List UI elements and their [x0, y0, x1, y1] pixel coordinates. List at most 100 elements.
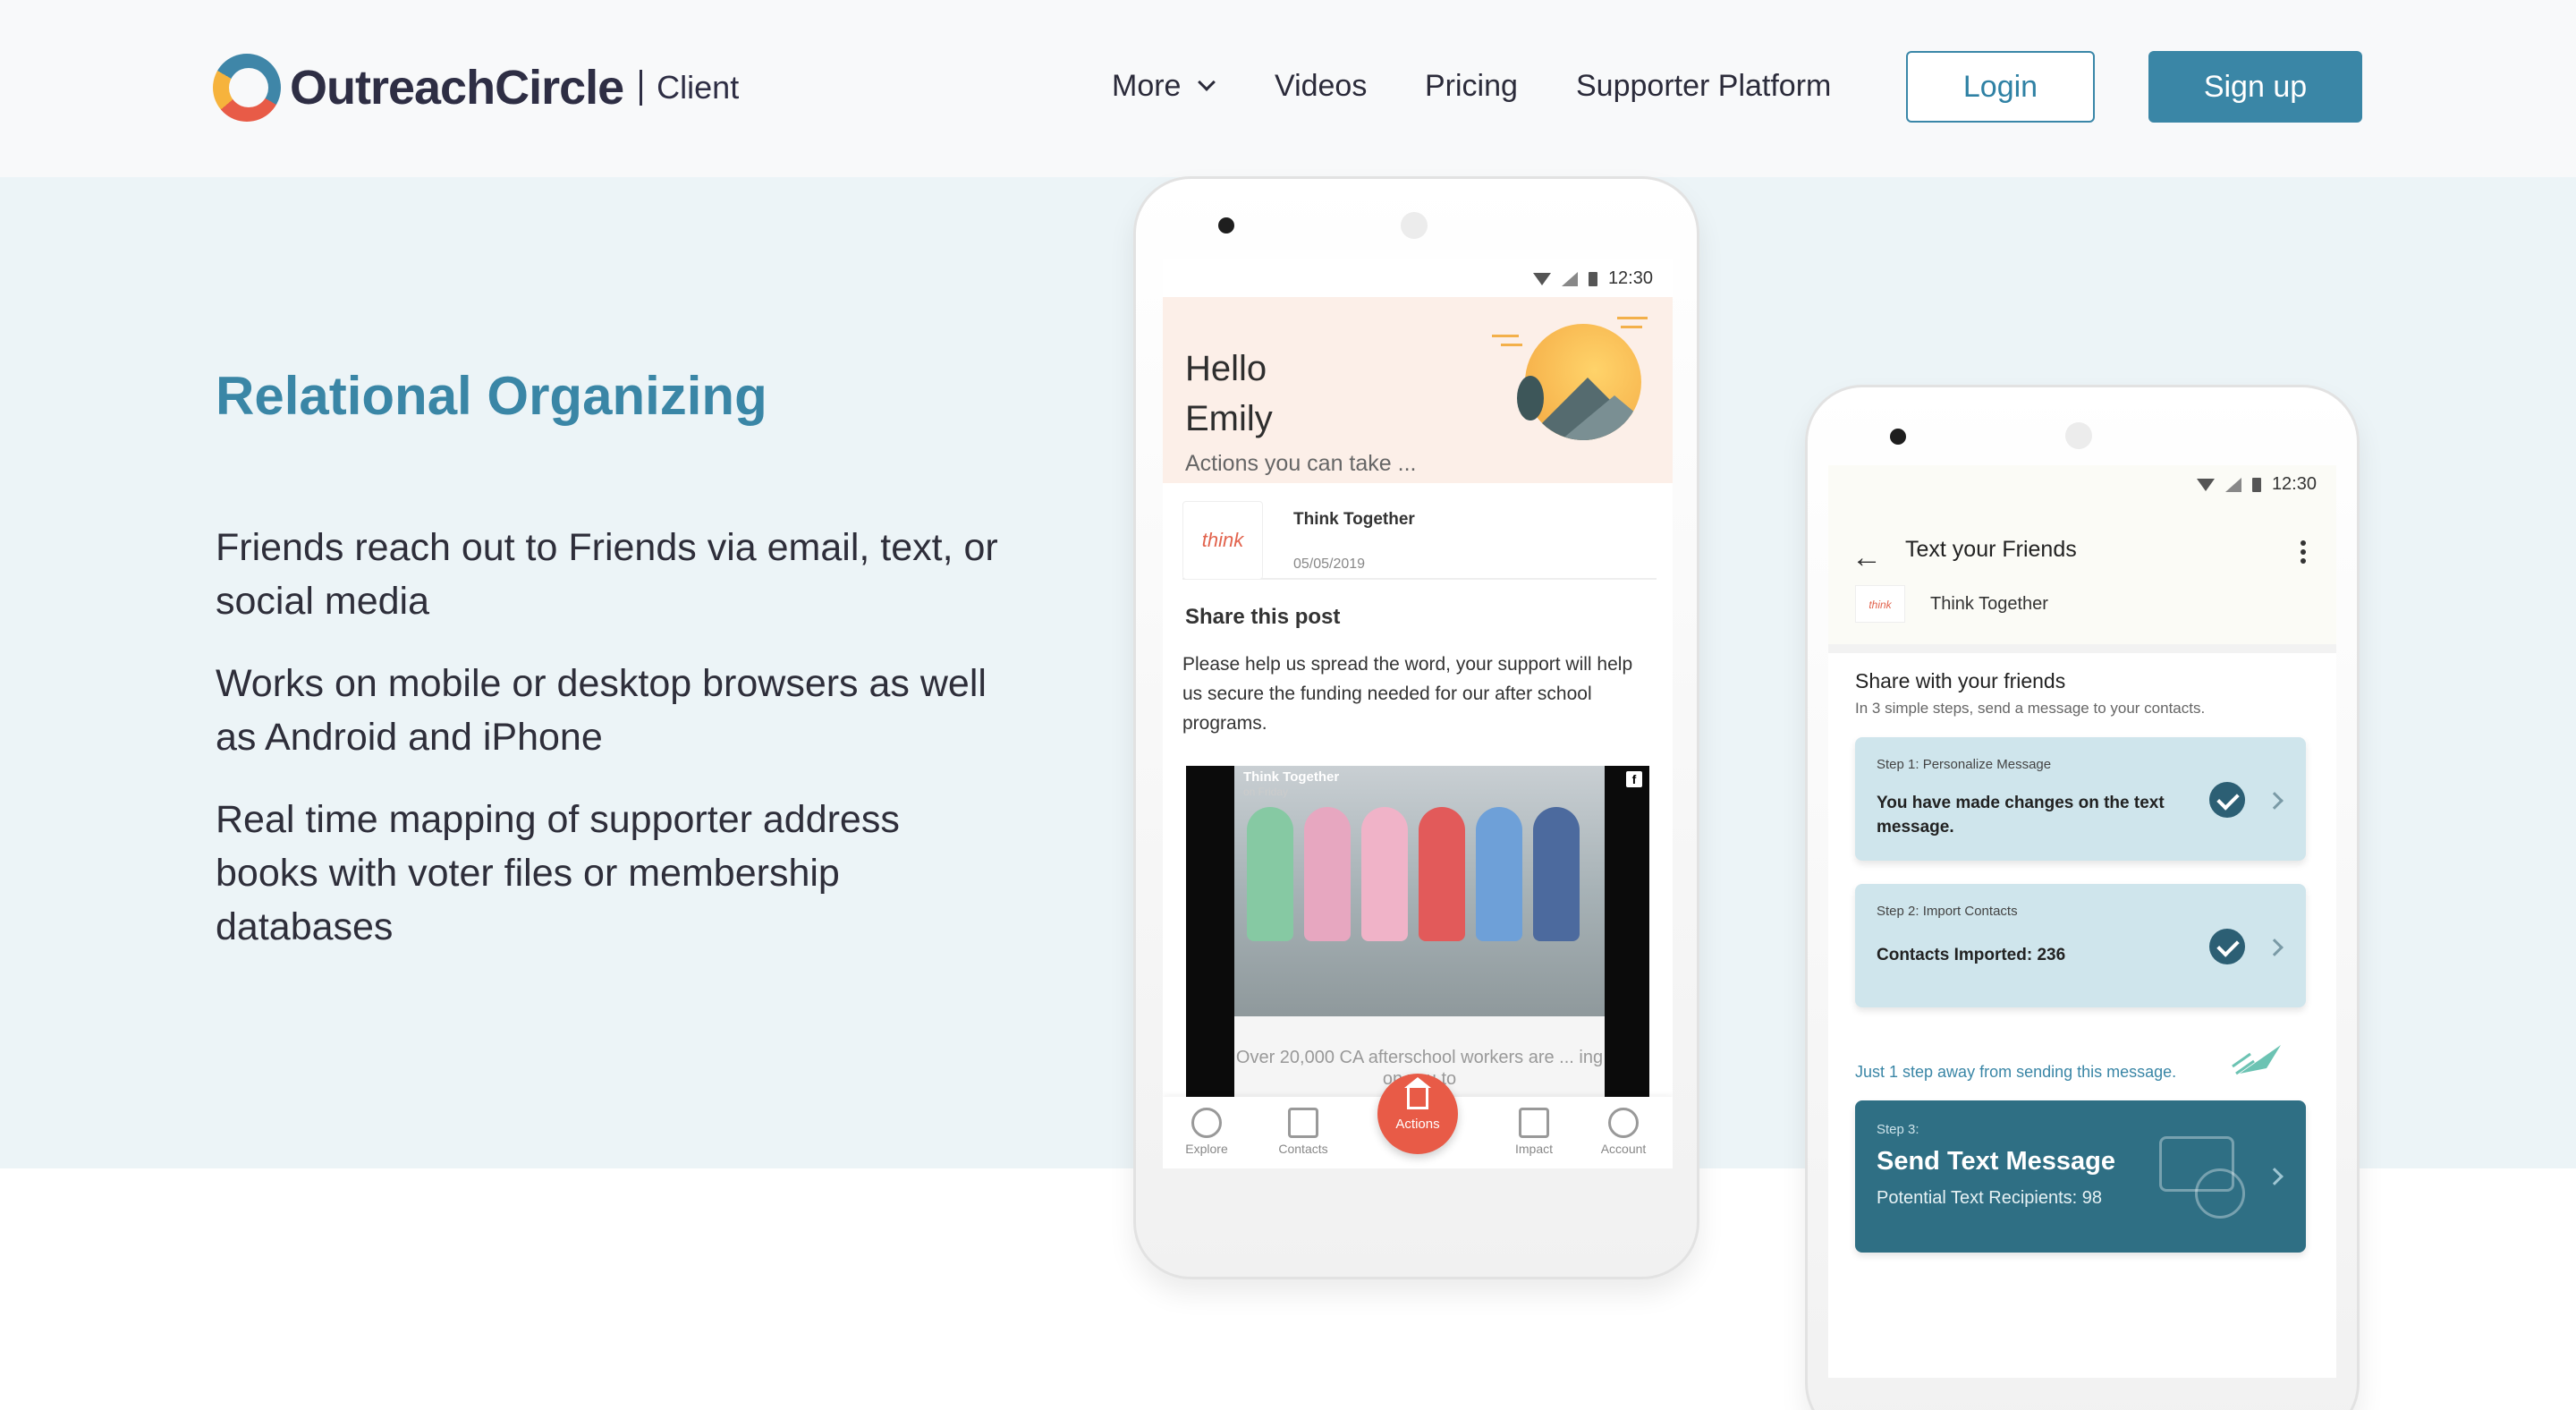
tab-actions-label: Actions — [1395, 1117, 1440, 1132]
recipients-count: Potential Text Recipients: 98 — [1877, 1188, 2103, 1208]
send-text-title: Send Text Message — [1877, 1147, 2116, 1176]
wifi-icon — [1532, 272, 1551, 285]
nav-pricing[interactable]: Pricing — [1425, 50, 1518, 122]
cloud-dash — [1617, 317, 1648, 319]
cloud-dash — [1621, 326, 1642, 328]
outreachcircle-logo[interactable]: OutreachCircle Client — [213, 54, 739, 122]
campaign-card-date: 05/05/2019 — [1293, 556, 1366, 572]
hero-title: Relational Organizing — [216, 366, 767, 426]
nav-videos[interactable]: Videos — [1275, 50, 1367, 122]
login-button[interactable]: Login — [1906, 51, 2095, 123]
feature-item: Real time mapping of supporter address b… — [216, 798, 900, 948]
photo-figure — [1361, 807, 1408, 941]
battery-icon — [1588, 271, 1597, 286]
nav-pricing-label: Pricing — [1425, 68, 1518, 103]
facebook-icon: f — [1626, 771, 1642, 787]
photo-figure — [1419, 807, 1465, 941]
back-arrow-icon[interactable]: ← — [1852, 540, 1882, 575]
chevron-right-icon — [2266, 939, 2284, 956]
progress-hint: Just 1 step away from sending this messa… — [1855, 1063, 2177, 1081]
tab-explore-label: Explore — [1185, 1142, 1228, 1156]
divider — [1828, 644, 2336, 653]
feature-item: Friends reach out to Friends via email, … — [216, 526, 998, 623]
nav-more-dropdown[interactable]: More — [1112, 50, 1216, 122]
chevron-down-icon — [1198, 73, 1216, 91]
photo-figure — [1247, 807, 1293, 941]
speaker-icon — [1401, 212, 1428, 239]
tab-impact-label: Impact — [1514, 1142, 1553, 1156]
site-header: OutreachCircle Client More Videos Pricin… — [0, 0, 2576, 177]
bottom-tab-bar: Explore Contacts Actions Impact Account — [1163, 1074, 1673, 1168]
tab-contacts[interactable]: Contacts — [1263, 1104, 1343, 1156]
photo-figure — [1304, 807, 1351, 941]
logo-divider — [640, 70, 643, 106]
think-together-logo: think — [1182, 501, 1263, 580]
chart-icon — [1519, 1108, 1549, 1138]
signal-icon — [2224, 477, 2241, 492]
logo-client-label: Client — [657, 69, 740, 106]
screen-title: Text your Friends — [1905, 537, 2077, 562]
nav-videos-label: Videos — [1275, 68, 1368, 103]
photo-figure — [1476, 807, 1522, 941]
share-subheading: In 3 simple steps, send a message to you… — [1855, 700, 2206, 717]
tab-account[interactable]: Account — [1583, 1104, 1664, 1156]
org-name: Think Together — [1930, 594, 2048, 614]
tab-contacts-label: Contacts — [1278, 1142, 1328, 1156]
status-bar: 12:30 — [2196, 474, 2317, 495]
kids-photo — [1234, 766, 1605, 1016]
phone-screen-home: 12:30 Hello Emily Actions you can take .… — [1163, 259, 1673, 1168]
nav-supporter-platform[interactable]: Supporter Platform — [1576, 50, 1831, 122]
share-post-body: Please help us spread the word, your sup… — [1182, 654, 1633, 734]
home-icon — [1404, 1077, 1431, 1109]
signal-icon — [1561, 271, 1578, 286]
actions-subtitle: Actions you can take ... — [1185, 451, 1417, 476]
step-personalize-message[interactable]: Step 1: Personalize Message You have mad… — [1855, 737, 2306, 861]
nav-more-label: More — [1112, 68, 1182, 103]
wifi-icon — [2196, 478, 2215, 491]
logo-mark-icon — [213, 54, 281, 122]
campaign-card[interactable]: think Think Together 05/05/2019 — [1182, 501, 1657, 580]
greeting-text: Hello Emily — [1185, 349, 1273, 438]
think-together-logo: think — [1855, 585, 1905, 623]
photo-figure — [1533, 807, 1580, 941]
cloud-dash — [1492, 335, 1519, 337]
phone-screen-text-friends: 12:30 ← Text your Friends think Think To… — [1828, 465, 2336, 1378]
status-bar: 12:30 — [1532, 268, 1653, 289]
nav-supporter-platform-label: Supporter Platform — [1576, 68, 1832, 103]
step-send-text-message[interactable]: Step 3: Send Text Message Potential Text… — [1855, 1100, 2306, 1253]
tab-account-label: Account — [1600, 1142, 1647, 1156]
sunset-illustration-icon — [1525, 324, 1641, 440]
chevron-right-icon — [2266, 1168, 2284, 1185]
step-status-text: You have made changes on the text messag… — [1877, 794, 2165, 837]
campaign-card-title: Think Together — [1293, 510, 1415, 529]
app-bar: 12:30 ← Text your Friends think Think To… — [1828, 465, 2336, 644]
status-time: 12:30 — [2271, 474, 2317, 494]
more-options-icon[interactable] — [2301, 540, 2306, 567]
status-time: 12:30 — [1607, 268, 1653, 288]
battery-icon — [2251, 477, 2261, 492]
media-time: on Friday — [1243, 786, 1289, 798]
step-label: Step 1: Personalize Message — [1877, 757, 2052, 772]
share-heading: Share with your friends — [1855, 669, 2066, 692]
tab-impact[interactable]: Impact — [1494, 1104, 1574, 1156]
camera-icon — [1218, 217, 1234, 234]
checkmark-icon — [2209, 782, 2245, 818]
signup-button[interactable]: Sign up — [2148, 51, 2362, 123]
share-post-heading: Share this post — [1185, 605, 1341, 629]
step-label: Step 2: Import Contacts — [1877, 904, 2018, 919]
tab-actions[interactable]: Actions — [1377, 1074, 1458, 1154]
logo-text: OutreachCircle — [290, 61, 624, 115]
send-icon — [2195, 1168, 2245, 1219]
chevron-right-icon — [2266, 792, 2284, 810]
step-status-text: Contacts Imported: 236 — [1877, 946, 2066, 964]
step-import-contacts[interactable]: Step 2: Import Contacts Contacts Importe… — [1855, 884, 2306, 1007]
camera-icon — [1890, 429, 1906, 445]
speaker-icon — [2065, 422, 2092, 449]
send-rocket-icon — [2232, 1045, 2281, 1075]
feature-item: Works on mobile or desktop browsers as w… — [216, 662, 987, 759]
contacts-icon — [1288, 1108, 1318, 1138]
greeting-banner: Hello Emily Actions you can take ... — [1163, 297, 1673, 483]
tab-explore[interactable]: Explore — [1166, 1104, 1247, 1156]
tree-shape — [1517, 376, 1544, 420]
post-media[interactable]: Think Together on Friday f Over 20,000 C… — [1186, 766, 1649, 1097]
